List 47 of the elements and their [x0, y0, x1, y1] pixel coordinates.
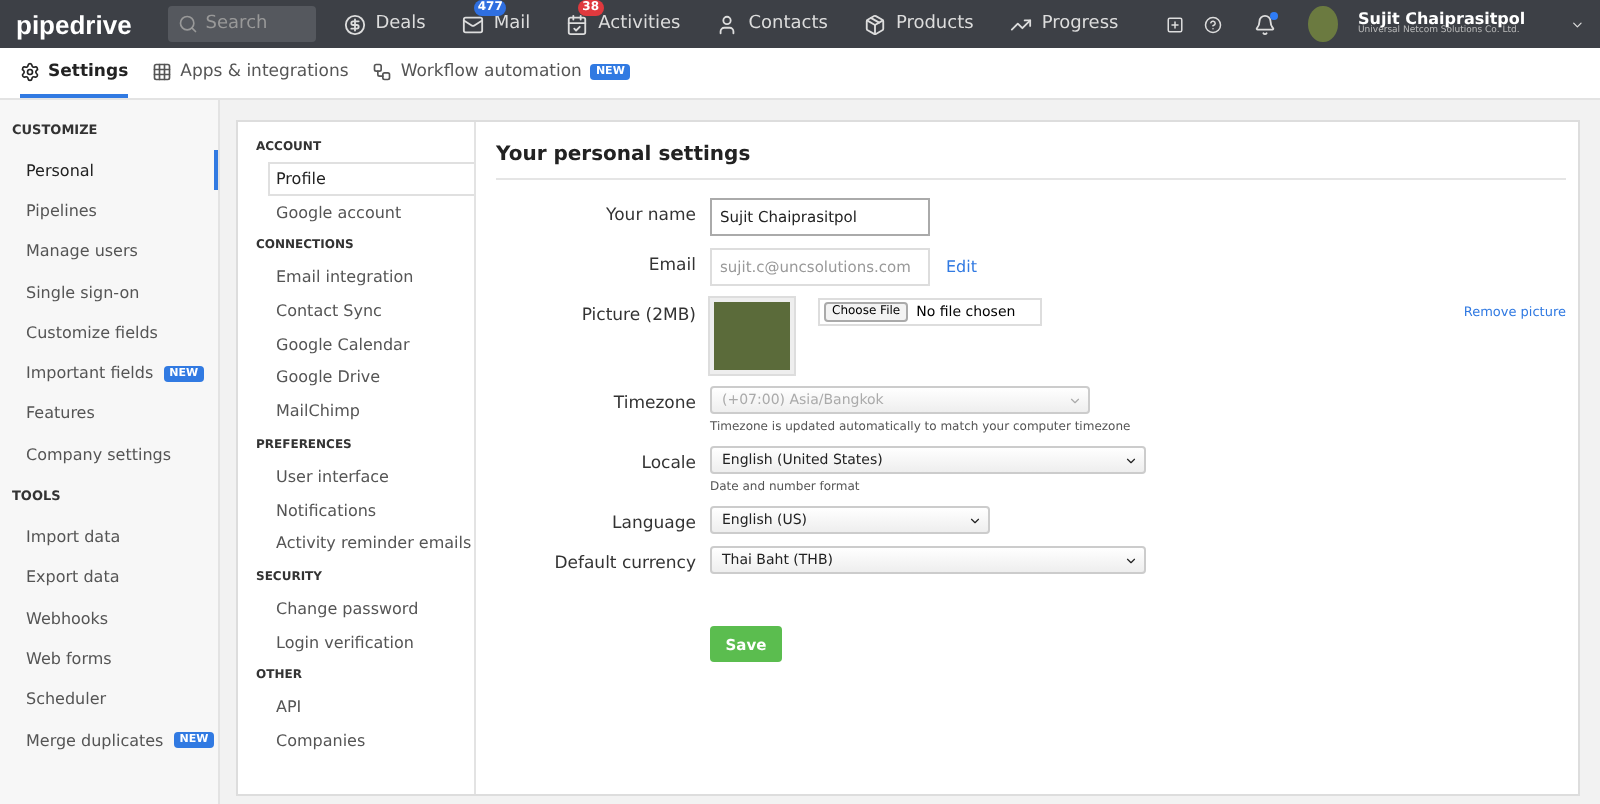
nav-link[interactable]: Activities [558, 13, 689, 35]
field-label: Email [646, 254, 696, 280]
nav-link[interactable]: Deals [335, 13, 434, 35]
sidebar-item[interactable]: Features [0, 393, 218, 435]
sidebar-item[interactable]: Export data [0, 557, 218, 598]
nav-link[interactable]: Mail [453, 13, 539, 35]
user-name[interactable]: Sujit Chaiprasitpol [1358, 11, 1526, 28]
tab[interactable]: Apps & integrations [152, 48, 349, 98]
nav-link[interactable]: Progress [1001, 13, 1127, 35]
box-icon [863, 13, 886, 35]
settings-nav-item[interactable]: Profile [268, 162, 474, 196]
bell-icon[interactable] [1254, 13, 1277, 35]
field-label: Locale [639, 452, 696, 478]
help-icon[interactable] [1204, 13, 1223, 35]
caret-icon [968, 513, 982, 527]
grid-icon [152, 61, 173, 81]
add-icon[interactable] [1166, 13, 1185, 35]
person-icon [716, 13, 739, 35]
sidebar-item[interactable]: Single sign-on [0, 271, 218, 313]
dollar-icon [343, 13, 366, 35]
settings-icon [20, 61, 40, 81]
sidebar-item[interactable]: Webhooks [0, 597, 218, 639]
logo[interactable]: pipedrive [16, 9, 132, 39]
caret-icon [1068, 393, 1082, 407]
sidebar-item[interactable]: Import data [0, 516, 218, 558]
field-label: Timezone [611, 392, 696, 418]
envelope-icon [461, 13, 484, 35]
sidebar-item[interactable]: Manage users [0, 231, 218, 272]
search-icon [177, 14, 198, 34]
nav-link[interactable]: Contacts [708, 13, 836, 35]
field-label: Picture (2MB) [579, 304, 696, 330]
sidebar-item[interactable]: Personal [0, 150, 218, 191]
sidebar-item[interactable]: Scheduler [0, 679, 218, 720]
nav-link[interactable]: Products [855, 13, 982, 35]
workflow-icon [372, 61, 393, 81]
section-title: Your personal settings [496, 122, 1566, 180]
sidebar-item[interactable]: Pipelines [0, 190, 218, 232]
caret-icon [1124, 553, 1138, 567]
field-label: Language [610, 512, 696, 534]
sidebar-item[interactable]: Customize fields [0, 312, 218, 353]
sidebar-item[interactable]: Company settings [0, 434, 218, 475]
sidebar-item[interactable]: Web forms [0, 638, 218, 680]
caret-icon [1124, 453, 1138, 467]
field-label: Default currency [552, 552, 696, 574]
calendar-icon [566, 13, 589, 35]
photo-placeholder [710, 298, 794, 374]
field-label: Your name [604, 204, 696, 230]
